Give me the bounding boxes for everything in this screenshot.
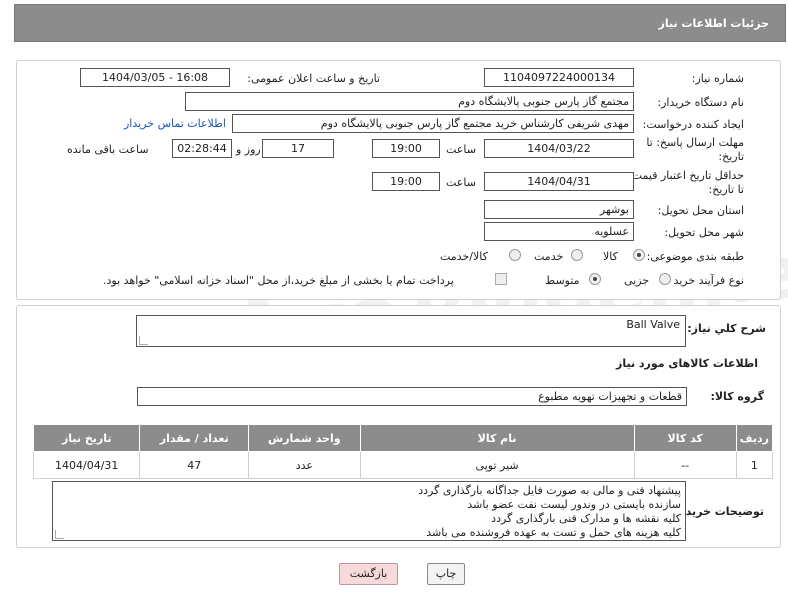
- treasury-checkbox[interactable]: [495, 273, 507, 285]
- payment-note: پرداخت تمام یا بخشی از مبلغ خرید،از محل …: [103, 274, 454, 287]
- deadline-label-date: تاریخ:: [718, 150, 744, 163]
- process-option-minor: جزیی: [624, 274, 650, 287]
- page-title: جزئیات اطلاعات نیاز: [658, 17, 770, 30]
- goods-group-label: گروه کالا:: [710, 390, 764, 403]
- col-header-date: تاریخ نیاز: [32, 424, 141, 452]
- deadline-time-label: ساعت: [446, 143, 476, 156]
- need-number-label: شماره نیاز:: [691, 72, 744, 85]
- goods-info-title: اطلاعات کالاهای مورد نیاز: [616, 357, 758, 370]
- announce-label: تاریخ و ساعت اعلان عمومی:: [247, 72, 380, 85]
- buyer-note-line: پیشنهاد فنی و مالی به صورت فایل جداگانه …: [418, 484, 681, 497]
- process-radio-medium[interactable]: [589, 273, 601, 285]
- need-number-field[interactable]: 1104097224000134: [484, 68, 634, 87]
- days-label: روز و: [236, 143, 261, 156]
- city-label: شهر محل تحویل:: [664, 226, 744, 239]
- description-label: شرح كلي نياز:: [687, 322, 766, 335]
- deadline-label: مهلت ارسال پاسخ: تا: [646, 136, 744, 149]
- category-option-both: کالا/خدمت: [440, 250, 488, 263]
- category-option-goods: کالا: [603, 250, 618, 263]
- resize-handle-icon[interactable]: [139, 336, 148, 345]
- remaining-time-field[interactable]: 02:28:44: [172, 139, 232, 158]
- page-header: جزئیات اطلاعات نیاز: [14, 4, 786, 42]
- process-option-medium: متوسط: [545, 274, 580, 287]
- col-header-code: کد کالا: [633, 424, 737, 452]
- cell-date: 1404/04/31: [32, 451, 141, 479]
- price-valid-time-field[interactable]: 19:00: [372, 172, 440, 191]
- buyer-org-label: نام دستگاه خریدار:: [657, 96, 744, 109]
- deadline-time-field[interactable]: 19:00: [372, 139, 440, 158]
- buyer-note-line: کلیه نقشه ها و مدارک فنی بارگذاری گردد: [491, 512, 681, 525]
- description-textarea[interactable]: Ball Valve: [136, 315, 686, 347]
- col-header-unit: واحد شمارش: [248, 424, 361, 452]
- cell-qty: 47: [139, 451, 249, 479]
- category-radio-both[interactable]: [509, 249, 521, 261]
- cell-code: --: [633, 451, 737, 479]
- city-field[interactable]: عسلویه: [484, 222, 634, 241]
- col-header-name: نام کالا: [359, 424, 635, 452]
- category-radio-service[interactable]: [571, 249, 583, 261]
- category-option-service: خدمت: [534, 250, 564, 263]
- process-radio-minor[interactable]: [659, 273, 671, 285]
- announce-datetime-field[interactable]: 1404/03/05 - 16:08: [80, 68, 230, 87]
- remaining-label: ساعت باقی مانده: [67, 143, 149, 156]
- print-button[interactable]: چاپ: [427, 563, 465, 585]
- cell-name: شیر توپی: [359, 451, 635, 479]
- days-remaining-field[interactable]: 17: [262, 139, 334, 158]
- buyer-note-line: سازنده بایستی در وندور لیست نفت عضو باشد: [467, 498, 681, 511]
- table-row[interactable]: 1 -- شیر توپی عدد 47 1404/04/31: [32, 451, 774, 479]
- buyer-note-line: کلیه هزینه های حمل و تست به عهده فروشنده…: [426, 526, 681, 539]
- deadline-date-field[interactable]: 1404/03/22: [484, 139, 634, 158]
- resize-handle-icon[interactable]: [55, 530, 64, 539]
- col-header-qty: تعداد / مقدار: [139, 424, 249, 452]
- price-valid-time-label: ساعت: [446, 176, 476, 189]
- category-radio-goods[interactable]: [633, 249, 645, 261]
- cell-unit: عدد: [248, 451, 361, 479]
- province-label: استان محل تحویل:: [657, 204, 744, 217]
- description-text: Ball Valve: [626, 318, 680, 331]
- buyer-org-field[interactable]: مجتمع گاز پارس جنوبی پالایشگاه دوم: [185, 92, 634, 111]
- goods-table: ردیف کد کالا نام کالا واحد شمارش تعداد /…: [32, 424, 774, 479]
- goods-group-field[interactable]: قطعات و تجهیزات تهویه مطبوع: [137, 387, 687, 406]
- price-valid-date-field[interactable]: 1404/04/31: [484, 172, 634, 191]
- province-field[interactable]: بوشهر: [484, 200, 634, 219]
- col-header-row: ردیف: [735, 424, 774, 452]
- category-label: طبقه بندی موضوعی:: [646, 250, 744, 263]
- creator-field[interactable]: مهدی شریفی کارشناس خرید مجتمع گاز پارس ج…: [232, 114, 634, 133]
- cell-row: 1: [735, 451, 774, 479]
- price-valid-label-date: تا تاریخ:: [708, 183, 744, 196]
- buyer-notes-textarea[interactable]: پیشنهاد فنی و مالی به صورت فایل جداگانه …: [52, 481, 686, 541]
- price-valid-label: حداقل تاریخ اعتبار قیمت:: [628, 169, 744, 182]
- process-label: نوع فرآیند خرید :: [666, 274, 744, 287]
- creator-label: ایجاد کننده درخواست:: [642, 118, 744, 131]
- back-button[interactable]: بازگشت: [339, 563, 398, 585]
- buyer-contact-link[interactable]: اطلاعات تماس خریدار: [124, 117, 226, 130]
